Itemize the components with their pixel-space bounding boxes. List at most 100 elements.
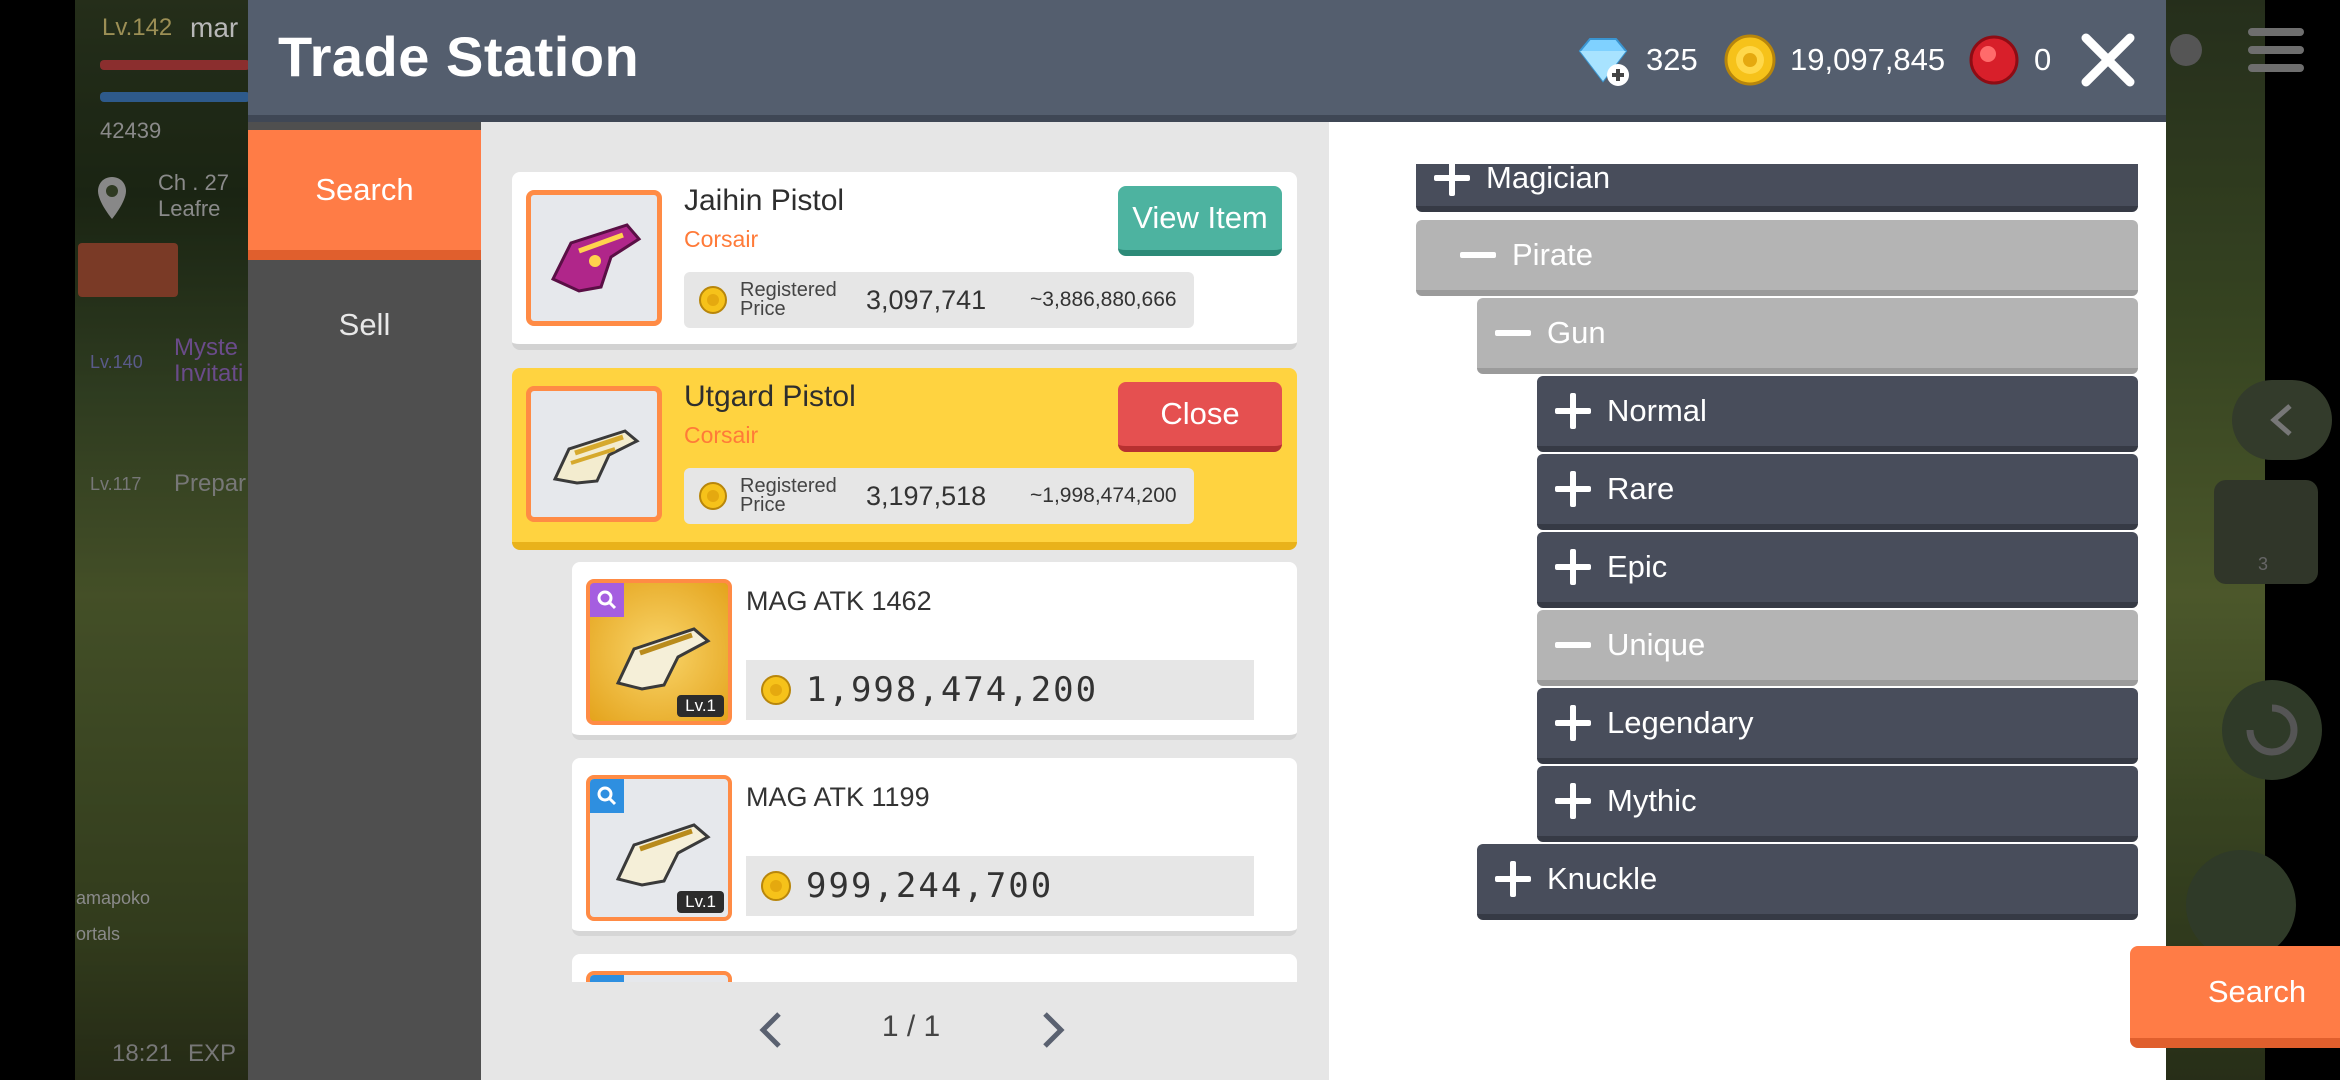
tree-label: Mythic (1607, 783, 1697, 818)
quest-tab-button[interactable] (78, 243, 178, 297)
tree-item-legendary[interactable]: Legendary (1537, 688, 2138, 764)
tree-item-mythic[interactable]: Mythic (1537, 766, 2138, 842)
clock: 18:21 (112, 1040, 173, 1067)
close-window-icon[interactable] (2078, 30, 2138, 90)
search-button[interactable]: Search (2130, 946, 2340, 1048)
tree-item-pirate[interactable]: Pirate (1416, 220, 2138, 296)
quest1-title: Myste (174, 334, 239, 361)
tree-item-normal[interactable]: Normal (1537, 376, 2138, 452)
pistol-icon (550, 223, 642, 293)
quest2-level: Lv.117 (90, 474, 142, 494)
diamond-currency[interactable]: 325 (1574, 30, 1698, 90)
item-stat: MAG ATK 1462 (746, 586, 932, 616)
item-thumbnail: Lv.1 (586, 579, 732, 725)
meso-coin-icon (761, 871, 791, 901)
chevron-left-icon (2270, 404, 2292, 436)
location-pin-icon (98, 177, 126, 219)
tree-label: Normal (1607, 393, 1707, 428)
item-class: Corsair (684, 422, 759, 448)
item-level: Lv.1 (677, 695, 724, 717)
sale-price-box: 999,244,700 (746, 856, 1254, 916)
meso-amount: 19,097,845 (1790, 42, 1946, 77)
channel-label: Ch . 27 (158, 170, 229, 195)
listing-card-selected[interactable]: Utgard Pistol Corsair Registered Price 3… (512, 368, 1297, 550)
plus-icon (1434, 164, 1470, 196)
prev-page-icon[interactable] (751, 1010, 791, 1050)
header-bar: Trade Station 325 19,097,845 0 (248, 0, 2166, 122)
registered-price-label: Registered Price (740, 279, 837, 320)
trade-station-window: Trade Station 325 19,097,845 0 Search Se… (248, 0, 2340, 1080)
nav-tab-search[interactable]: Search (248, 130, 481, 260)
price-range: ~3,886,880,666 (1030, 288, 1177, 311)
tree-item-magician[interactable]: Magician (1416, 164, 2138, 212)
magnify-badge (590, 583, 624, 617)
tree-label: Legendary (1607, 705, 1754, 740)
magnify-badge (590, 779, 624, 813)
tree-item-rare[interactable]: Rare (1537, 454, 2138, 530)
guild-nametag: ortals (76, 924, 121, 944)
sub-listing-card[interactable]: Lv.1 MAG ATK 1199 999,244,700 (572, 758, 1297, 936)
tree-item-epic[interactable]: Epic (1537, 532, 2138, 608)
sale-price: 999,244,700 (806, 866, 1054, 906)
tree-label: Unique (1607, 627, 1706, 662)
location-label: Leafre (158, 196, 221, 221)
diamond-plus-icon (1578, 38, 1629, 86)
tree-label: Rare (1607, 471, 1675, 506)
pistol-icon (552, 429, 640, 485)
skill-slot[interactable]: 3 (2214, 480, 2318, 584)
item-thumbnail (526, 190, 662, 326)
player-name-hud: mar (190, 12, 239, 43)
tree-label: Gun (1547, 315, 1606, 350)
meso-coin-icon (699, 482, 727, 510)
character-icon[interactable] (2166, 30, 2206, 70)
collapse-hud-button[interactable] (2232, 380, 2332, 460)
next-page-icon[interactable] (1033, 1010, 1073, 1050)
sale-price: 1,998,474,200 (806, 670, 1099, 710)
item-thumbnail (586, 971, 732, 982)
registered-price-box: Registered Price 3,197,518 ~1,998,474,20… (684, 468, 1194, 524)
tree-item-gun[interactable]: Gun (1477, 298, 2138, 374)
minus-icon (1555, 627, 1591, 663)
side-nav: Search Sell (248, 122, 481, 1080)
tree-item-knuckle[interactable]: Knuckle (1477, 844, 2138, 920)
window-title: Trade Station (278, 25, 640, 88)
refresh-icon (2246, 704, 2298, 756)
red-gem-amount: 0 (2034, 42, 2052, 77)
player-level: Lv.142 (102, 14, 173, 41)
game-scene-left (75, 0, 250, 1080)
menu-icon[interactable] (2246, 22, 2306, 78)
meso-coin-icon (699, 286, 727, 314)
tree-label: Knuckle (1547, 861, 1658, 896)
red-gem-icon (1969, 35, 2019, 85)
plus-icon (1555, 393, 1591, 429)
registered-price: 3,197,518 (866, 480, 987, 511)
meso-coin-icon (761, 675, 791, 705)
minus-icon (1460, 237, 1496, 273)
nav-tab-sell[interactable]: Sell (248, 260, 481, 390)
quest2-title: Prepar (174, 470, 247, 497)
magnifier-icon (597, 590, 617, 610)
registered-price-label: Registered Price (740, 475, 837, 516)
tree-item-unique[interactable]: Unique (1537, 610, 2138, 686)
exp-label: EXP (188, 1040, 237, 1067)
plus-icon (1555, 783, 1591, 819)
item-level: Lv.1 (677, 891, 724, 913)
view-item-button[interactable]: View Item (1118, 186, 1282, 256)
pagination: 1 / 1 (481, 990, 1329, 1070)
mp-bar (100, 92, 250, 102)
registered-price: 3,097,741 (866, 284, 987, 315)
sub-listing-card-partial[interactable] (572, 954, 1297, 982)
sale-price-box: 1,998,474,200 (746, 660, 1254, 720)
listing-card[interactable]: Jaihin Pistol Corsair Registered Price 3… (512, 172, 1297, 350)
item-thumbnail: Lv.1 (586, 775, 732, 921)
jump-button[interactable] (2186, 850, 2296, 960)
combat-power: 42439 (100, 118, 162, 143)
item-name: Utgard Pistol (684, 380, 856, 413)
magnifier-icon (597, 786, 617, 806)
sub-listing-card[interactable]: Lv.1 MAG ATK 1462 1,998,474,200 (572, 562, 1297, 740)
category-tree[interactable]: Magician Pirate Gun Normal Rare Epic Uni… (1329, 164, 2166, 964)
results-list[interactable]: Jaihin Pistol Corsair Registered Price 3… (512, 172, 1302, 982)
auto-battle-button[interactable] (2222, 680, 2322, 780)
close-item-button[interactable]: Close (1118, 382, 1282, 452)
red-gem-currency: 0 (1968, 30, 2051, 90)
